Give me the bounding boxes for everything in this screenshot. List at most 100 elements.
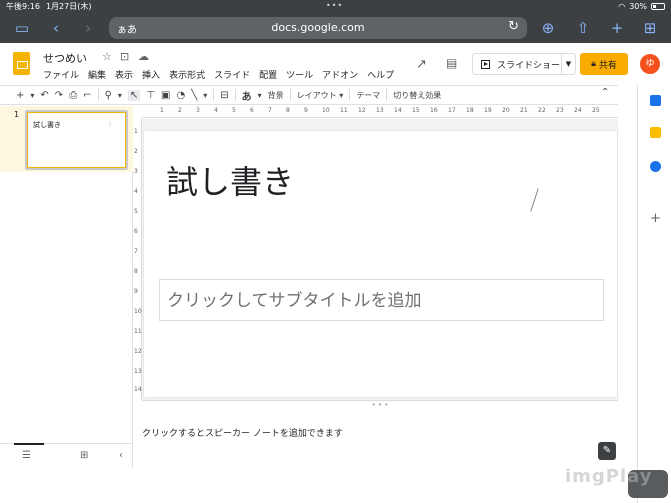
- menu-file[interactable]: ファイル: [43, 68, 79, 81]
- slide-thumbnail[interactable]: 試し書き |: [25, 110, 128, 170]
- text-box-icon[interactable]: ⊤: [146, 90, 155, 101]
- watermark-logo: imgPlay: [565, 466, 653, 487]
- horizontal-ruler: 1 2 3 4 5 6 7 8 9 10 11 12 13 14 15 16 1…: [142, 106, 618, 118]
- ruler-tick: 21: [520, 107, 528, 114]
- share-label: 共有: [598, 60, 617, 71]
- comment-icon[interactable]: ▤: [446, 56, 457, 70]
- menu-edit[interactable]: 編集: [88, 68, 106, 81]
- url-text: docs.google.com: [271, 21, 365, 34]
- layout-label: レイアウト: [296, 90, 337, 100]
- line-dropdown-icon[interactable]: ▾: [203, 91, 207, 100]
- add-note-icon[interactable]: ✎: [598, 442, 616, 460]
- download-icon[interactable]: ⊕: [538, 18, 558, 38]
- collapse-filmstrip-icon[interactable]: ‹: [119, 450, 123, 461]
- address-bar[interactable]: ぁあ docs.google.com ↻: [109, 17, 527, 39]
- move-folder-icon[interactable]: ⊡: [120, 50, 129, 63]
- sidebar-icon[interactable]: ▭: [12, 18, 32, 38]
- menu-addons[interactable]: アドオン: [322, 68, 358, 81]
- subtitle-placeholder[interactable]: クリックしてサブタイトルを追加: [159, 279, 604, 321]
- text-style-button[interactable]: あ: [242, 88, 252, 103]
- calendar-icon[interactable]: [650, 95, 661, 106]
- active-view-indicator: [14, 443, 44, 445]
- ruler-tick: 4: [134, 188, 138, 195]
- status-time: 午後9:16: [6, 2, 40, 11]
- multitasking-dots-icon[interactable]: •••: [326, 1, 343, 10]
- ruler-tick: 22: [538, 107, 546, 114]
- share-button[interactable]: 🔒︎ 共有: [580, 53, 628, 75]
- line-icon[interactable]: ╲: [191, 90, 197, 101]
- cloud-status-icon[interactable]: ☁: [138, 50, 149, 63]
- slide[interactable]: 試し書き クリックしてサブタイトルを追加: [144, 131, 617, 397]
- insert-comment-icon[interactable]: ⊟: [220, 90, 228, 101]
- shape-icon[interactable]: ◔: [176, 90, 185, 101]
- ruler-tick: 12: [134, 348, 142, 355]
- avatar[interactable]: ゆ: [640, 54, 660, 74]
- layout-button[interactable]: レイアウト ▾: [297, 90, 344, 101]
- new-slide-dropdown-icon[interactable]: ▾: [30, 91, 34, 100]
- slideshow-dropdown-icon[interactable]: ▼: [561, 54, 575, 74]
- activity-trend-icon[interactable]: ↗: [416, 57, 427, 72]
- slideshow-button[interactable]: スライドショー ▼: [472, 53, 576, 75]
- share-sheet-icon[interactable]: ⇧: [573, 18, 593, 38]
- grid-view-icon[interactable]: ⊞: [80, 450, 88, 461]
- menu-insert[interactable]: 挿入: [142, 68, 160, 81]
- menu-help[interactable]: ヘルプ: [367, 68, 394, 81]
- ruler-tick: 14: [394, 107, 402, 114]
- background-button[interactable]: 背景: [268, 90, 284, 101]
- add-addon-icon[interactable]: +: [650, 212, 661, 225]
- ruler-tick: 9: [134, 288, 138, 295]
- ruler-tick: 2: [178, 107, 182, 114]
- undo-icon[interactable]: ↶: [40, 90, 48, 101]
- text-style-dropdown-icon[interactable]: ▾: [258, 91, 262, 100]
- ruler-tick: 25: [592, 107, 600, 114]
- menu-arrange[interactable]: 配置: [259, 68, 277, 81]
- zoom-icon[interactable]: ⚲: [105, 90, 112, 101]
- slide-title[interactable]: 試し書き: [166, 157, 294, 203]
- filmstrip-view-icon[interactable]: ☰: [22, 450, 31, 461]
- ruler-tick: 3: [196, 107, 200, 114]
- theme-button[interactable]: テーマ: [356, 90, 380, 101]
- keep-icon[interactable]: [650, 127, 661, 138]
- print-icon[interactable]: ⎙: [69, 90, 77, 101]
- editing-toolbar: + ▾ ↶ ↷ ⎙ ⌐ ⚲ ▾ ↖ ⊤ ▣ ◔ ╲ ▾ ⊟ あ ▾ 背景 レイア…: [0, 85, 618, 105]
- pen-stroke: [530, 188, 539, 212]
- menu-slide[interactable]: スライド: [214, 68, 250, 81]
- zoom-dropdown-icon[interactable]: ▾: [118, 91, 122, 100]
- document-title[interactable]: せつめい: [43, 50, 87, 66]
- ruler-tick: 7: [134, 248, 138, 255]
- transition-button[interactable]: 切り替え効果: [393, 90, 441, 101]
- star-icon[interactable]: ☆: [102, 50, 112, 63]
- speaker-notes-placeholder: クリックするとスピーカー ノートを追加できます: [142, 429, 343, 439]
- ruler-tick: 11: [134, 328, 142, 335]
- ruler-tick: 9: [304, 107, 308, 114]
- menu-tools[interactable]: ツール: [286, 68, 313, 81]
- battery-percent: 30%: [629, 2, 647, 11]
- menu-view[interactable]: 表示: [115, 68, 133, 81]
- collapse-toolbar-icon[interactable]: ⌃: [601, 87, 609, 98]
- ruler-tick: 6: [250, 107, 254, 114]
- thumbnail-mark: |: [109, 121, 112, 128]
- back-icon[interactable]: ‹: [46, 18, 66, 38]
- forward-icon[interactable]: ›: [78, 18, 98, 38]
- slides-logo-icon[interactable]: [13, 52, 30, 75]
- reload-icon[interactable]: ↻: [508, 19, 519, 34]
- slides-header: せつめい ☆ ⊡ ☁ ファイル 編集 表示 挿入 表示形式 スライド 配置 ツー…: [0, 43, 671, 85]
- menu-format[interactable]: 表示形式: [169, 68, 205, 81]
- notes-resize-handle[interactable]: • • •: [142, 400, 618, 412]
- image-icon[interactable]: ▣: [161, 90, 170, 101]
- new-slide-icon[interactable]: +: [16, 90, 24, 101]
- tabs-overview-icon[interactable]: ⊞: [640, 18, 660, 38]
- new-tab-icon[interactable]: +: [607, 18, 627, 38]
- toolbar-divider: [234, 89, 236, 101]
- contacts-icon[interactable]: [650, 161, 661, 172]
- redo-icon[interactable]: ↷: [55, 90, 63, 101]
- ruler-tick: 11: [340, 107, 348, 114]
- ruler-tick: 1: [134, 128, 138, 135]
- paint-format-icon[interactable]: ⌐: [83, 90, 91, 101]
- slide-canvas[interactable]: 試し書き クリックしてサブタイトルを追加: [142, 119, 618, 400]
- ruler-tick: 24: [574, 107, 582, 114]
- select-cursor-icon[interactable]: ↖: [127, 89, 141, 101]
- ruler-tick: 17: [448, 107, 456, 114]
- speaker-notes[interactable]: クリックするとスピーカー ノートを追加できます: [142, 412, 637, 503]
- slide-filmstrip: 1 試し書き |: [0, 106, 133, 443]
